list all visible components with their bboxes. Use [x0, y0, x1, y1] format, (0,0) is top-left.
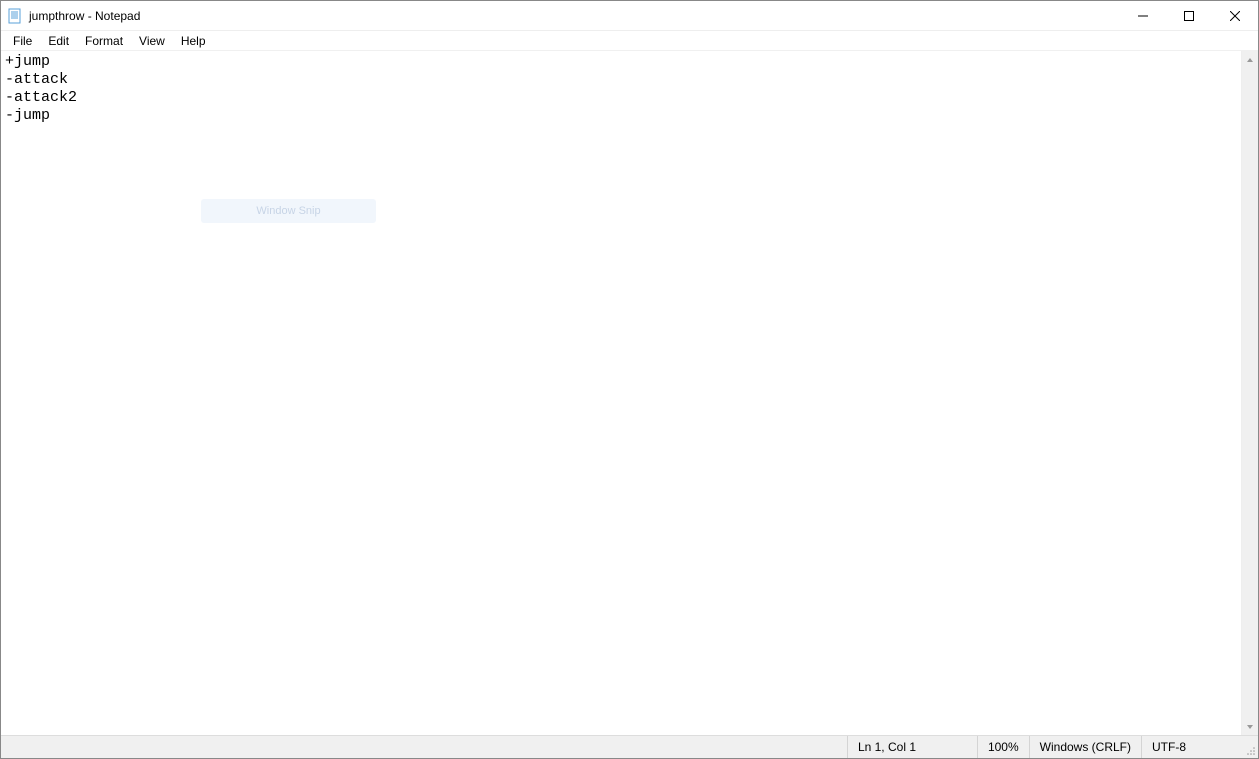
menu-view[interactable]: View: [131, 32, 173, 50]
status-zoom: 100%: [977, 736, 1029, 758]
title-bar-left: jumpthrow - Notepad: [1, 8, 140, 24]
status-encoding: UTF-8: [1141, 736, 1241, 758]
status-line-ending: Windows (CRLF): [1029, 736, 1141, 758]
menu-help[interactable]: Help: [173, 32, 214, 50]
scroll-up-arrow-icon[interactable]: [1242, 51, 1258, 68]
status-bar: Ln 1, Col 1 100% Windows (CRLF) UTF-8: [1, 735, 1258, 758]
title-bar: jumpthrow - Notepad: [1, 1, 1258, 31]
menu-edit[interactable]: Edit: [40, 32, 77, 50]
minimize-button[interactable]: [1120, 1, 1166, 30]
resize-grip-icon[interactable]: [1241, 736, 1258, 758]
vertical-scrollbar[interactable]: [1241, 51, 1258, 735]
text-editor[interactable]: +jump -attack -attack2 -jump: [1, 51, 1241, 735]
status-cursor-position: Ln 1, Col 1: [847, 736, 977, 758]
menu-file[interactable]: File: [5, 32, 40, 50]
notepad-icon: [7, 8, 23, 24]
editor-area: +jump -attack -attack2 -jump Window Snip: [1, 51, 1258, 735]
menu-bar: File Edit Format View Help: [1, 31, 1258, 51]
status-spacer: [1, 736, 847, 758]
window-controls: [1120, 1, 1258, 30]
window-title: jumpthrow - Notepad: [29, 9, 140, 23]
menu-format[interactable]: Format: [77, 32, 131, 50]
maximize-button[interactable]: [1166, 1, 1212, 30]
scroll-down-arrow-icon[interactable]: [1242, 718, 1258, 735]
close-button[interactable]: [1212, 1, 1258, 30]
scroll-track[interactable]: [1242, 68, 1258, 718]
